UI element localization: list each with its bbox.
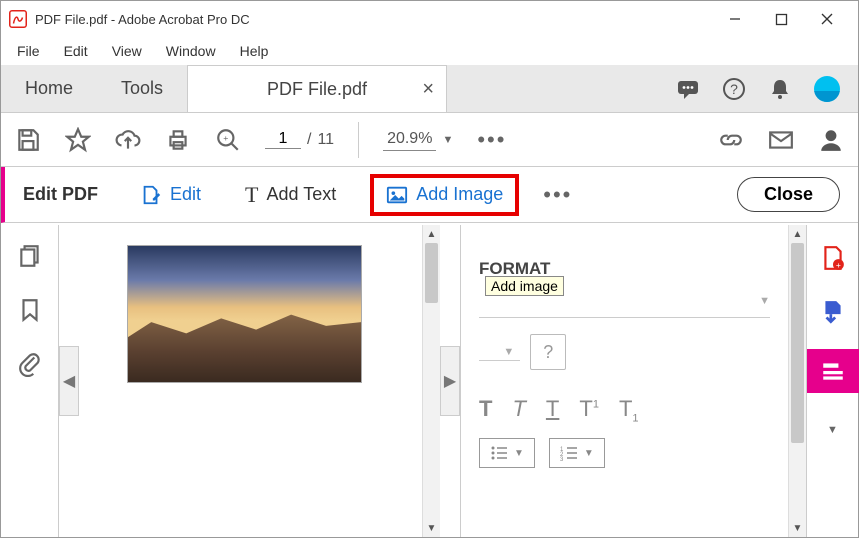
page-canvas[interactable]	[79, 225, 422, 537]
menu-window[interactable]: Window	[156, 41, 226, 61]
scroll-thumb[interactable]	[425, 243, 438, 303]
menu-help[interactable]: Help	[230, 41, 279, 61]
bullet-list-button[interactable]: ▼	[479, 438, 535, 468]
help-icon[interactable]: ?	[722, 77, 746, 101]
numbered-list-button[interactable]: 123 ▼	[549, 438, 605, 468]
menu-bar: File Edit View Window Help	[1, 37, 858, 65]
tab-close-icon[interactable]: ×	[422, 78, 434, 101]
format-panel: FORMAT ▼ ▼ ? T T T T1 T1 ▼ 123 ▼	[460, 225, 788, 537]
tab-row: Home Tools PDF File.pdf × ?	[1, 65, 858, 113]
edit-pdf-bar: Edit PDF Edit T Add Text Add Image ••• C…	[1, 167, 858, 223]
help-box-icon[interactable]: ?	[530, 334, 566, 370]
page-separator: /	[307, 131, 311, 149]
star-icon[interactable]	[65, 127, 91, 153]
list-row: ▼ 123 ▼	[479, 438, 770, 468]
bullet-list-icon	[490, 445, 508, 461]
attachment-icon[interactable]	[17, 351, 43, 377]
export-pdf-tool-icon[interactable]	[816, 295, 850, 329]
text-icon: T	[245, 182, 258, 208]
page-input[interactable]	[265, 130, 301, 149]
menu-file[interactable]: File	[7, 41, 50, 61]
subscript-button[interactable]: T1	[619, 396, 639, 424]
right-tools-pane: + ▼	[806, 225, 858, 537]
editbar-title: Edit PDF	[23, 184, 98, 205]
add-text-button[interactable]: T Add Text	[235, 176, 346, 214]
menu-edit[interactable]: Edit	[54, 41, 98, 61]
create-pdf-tool-icon[interactable]: +	[816, 241, 850, 275]
bookmark-icon[interactable]	[17, 297, 43, 323]
underline-button[interactable]: T	[546, 396, 559, 424]
chevron-down-icon: ▼	[584, 448, 594, 459]
minimize-button[interactable]	[712, 4, 758, 34]
menu-view[interactable]: View	[102, 41, 152, 61]
numbered-list-icon: 123	[560, 445, 578, 461]
scroll-thumb[interactable]	[791, 243, 804, 443]
person-icon[interactable]	[818, 127, 844, 153]
page-thumbnail[interactable]	[127, 245, 362, 383]
save-icon[interactable]	[15, 127, 41, 153]
maximize-button[interactable]	[758, 4, 804, 34]
page-total: 11	[317, 131, 334, 149]
chevron-down-icon: ▼	[442, 134, 453, 146]
title-bar: PDF File.pdf - Adobe Acrobat Pro DC	[1, 1, 858, 37]
italic-button[interactable]: T	[512, 396, 525, 424]
image-icon	[386, 184, 408, 206]
superscript-button[interactable]: T1	[579, 396, 599, 424]
font-size-row: ▼ ?	[479, 334, 770, 380]
page-navigator: / 11	[265, 130, 334, 149]
bold-button[interactable]: T	[479, 396, 492, 424]
canvas-scrollbar[interactable]: ▲ ▼	[422, 225, 440, 537]
close-tool-button[interactable]: Close	[737, 177, 840, 212]
svg-text:+: +	[223, 133, 228, 143]
tab-document[interactable]: PDF File.pdf ×	[187, 65, 447, 112]
edit-page-icon	[140, 184, 162, 206]
add-image-button[interactable]: Add Image	[370, 174, 519, 216]
tab-tools[interactable]: Tools	[97, 65, 187, 112]
link-icon[interactable]	[718, 127, 744, 153]
comment-icon[interactable]	[676, 77, 700, 101]
close-window-button[interactable]	[804, 4, 850, 34]
more-tools-icon[interactable]: ▼	[816, 413, 850, 447]
edit-button[interactable]: Edit	[130, 178, 211, 212]
overflow-icon[interactable]: •••	[477, 127, 506, 153]
svg-text:+: +	[835, 260, 840, 270]
scroll-up-icon[interactable]: ▲	[789, 225, 806, 243]
scroll-down-icon[interactable]: ▼	[423, 519, 440, 537]
acrobat-logo-icon	[9, 10, 27, 28]
search-icon[interactable]: +	[215, 127, 241, 153]
scroll-down-icon[interactable]: ▼	[789, 519, 806, 537]
text-style-row: T T T T1 T1	[479, 396, 770, 424]
left-nav-pane	[1, 225, 59, 537]
tooltip: Add image	[485, 276, 564, 296]
prev-page-button[interactable]: ◀	[59, 346, 79, 416]
font-select-row[interactable]: ▼	[479, 295, 770, 318]
chevron-down-icon: ▼	[759, 295, 770, 307]
separator	[358, 122, 359, 158]
next-page-button[interactable]: ▶	[440, 346, 460, 416]
editbar-overflow-icon[interactable]: •••	[543, 182, 572, 208]
mail-icon[interactable]	[768, 127, 794, 153]
scroll-up-icon[interactable]: ▲	[423, 225, 440, 243]
svg-text:3: 3	[560, 457, 564, 461]
chevron-down-icon: ▼	[514, 448, 524, 459]
cloud-upload-icon[interactable]	[115, 127, 141, 153]
document-area: ◀ ▲ ▼ ▶	[59, 225, 460, 537]
print-icon[interactable]	[165, 127, 191, 153]
work-area: ◀ ▲ ▼ ▶ FORMAT ▼ ▼ ? T T T T1 T1	[1, 225, 858, 537]
tab-home[interactable]: Home	[1, 65, 97, 112]
window-title: PDF File.pdf - Adobe Acrobat Pro DC	[35, 12, 250, 27]
zoom-select[interactable]: 20.9% ▼	[383, 128, 453, 151]
main-toolbar: + / 11 20.9% ▼ •••	[1, 113, 858, 167]
format-scrollbar[interactable]: ▲ ▼	[788, 225, 806, 537]
pages-panel-icon[interactable]	[17, 243, 43, 269]
edit-pdf-tool-icon[interactable]	[807, 349, 859, 393]
bell-icon[interactable]	[768, 77, 792, 101]
font-size-select[interactable]: ▼	[479, 344, 520, 361]
svg-text:?: ?	[730, 81, 738, 97]
user-avatar[interactable]	[814, 76, 840, 102]
